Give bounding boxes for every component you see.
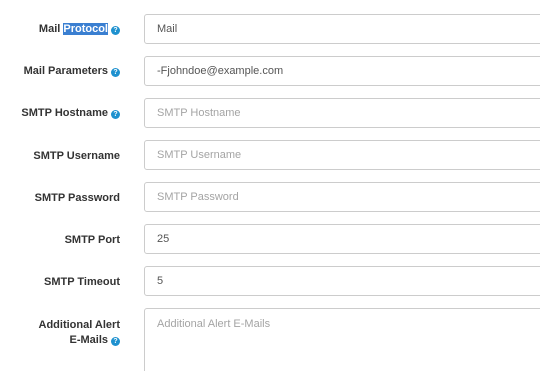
smtp-username-label: SMTP Username xyxy=(33,150,120,162)
mail-settings-form: Mail Protocol? Mail Mail Parameters? -Fj… xyxy=(0,0,540,371)
smtp-timeout-input[interactable]: 5 xyxy=(144,266,540,296)
smtp-hostname-label-text: SMTP Hostname xyxy=(21,107,108,119)
smtp-hostname-input[interactable]: SMTP Hostname xyxy=(144,98,540,128)
smtp-port-label: SMTP Port xyxy=(64,234,120,246)
mail-protocol-select[interactable]: Mail xyxy=(144,14,540,44)
mail-parameters-label: Mail Parameters? xyxy=(24,64,120,79)
smtp-timeout-label: SMTP Timeout xyxy=(44,276,120,288)
smtp-port-input[interactable]: 25 xyxy=(144,224,540,254)
additional-alert-emails-label: Additional Alert E-Mails? xyxy=(39,318,120,348)
help-icon[interactable]: ? xyxy=(111,68,120,77)
mail-parameters-input[interactable]: -Fjohndoe@example.com xyxy=(144,56,540,86)
mail-protocol-label-text: Mail xyxy=(38,23,64,35)
additional-alert-emails-label-line2: E-Mails xyxy=(69,334,108,346)
additional-alert-emails-label-line2-wrap: E-Mails? xyxy=(39,333,120,348)
additional-alert-emails-label-line1: Additional Alert xyxy=(38,319,120,331)
smtp-password-label: SMTP Password xyxy=(34,192,120,204)
mail-protocol-label: Mail Protocol? xyxy=(39,22,120,37)
smtp-hostname-label: SMTP Hostname? xyxy=(21,106,120,121)
smtp-password-input[interactable]: SMTP Password xyxy=(144,182,540,212)
smtp-username-input[interactable]: SMTP Username xyxy=(144,140,540,170)
help-icon[interactable]: ? xyxy=(111,26,120,35)
mail-parameters-label-text: Mail Parameters xyxy=(23,65,108,77)
help-icon[interactable]: ? xyxy=(111,110,120,119)
mail-protocol-label-selected-text: Protocol xyxy=(63,23,108,35)
additional-alert-emails-textarea[interactable]: Additional Alert E-Mails xyxy=(144,308,540,371)
help-icon[interactable]: ? xyxy=(111,337,120,346)
